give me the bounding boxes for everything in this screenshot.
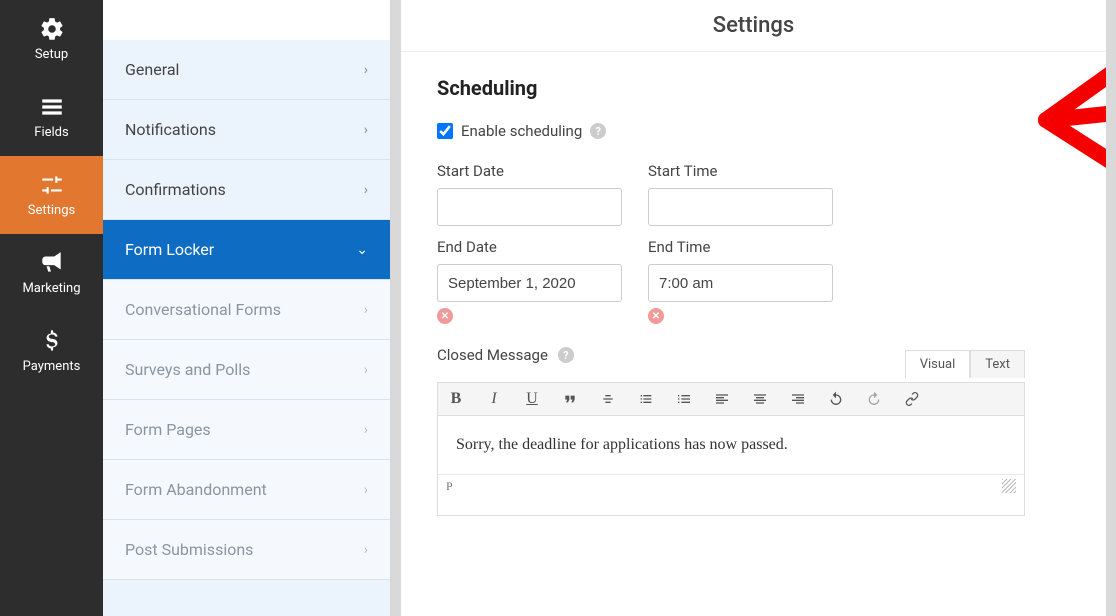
link-button[interactable] [902,389,922,409]
resize-handle-icon[interactable] [1002,479,1016,493]
editor-status-element: P [446,479,453,494]
editor-content[interactable]: Sorry, the deadline for applications has… [438,416,1024,474]
sidebar-label: Settings [28,203,75,218]
subnav-item-general[interactable]: General› [103,40,390,100]
sidebar-item-settings[interactable]: Settings [0,156,103,234]
chevron-right-icon: › [364,482,368,498]
chevron-right-icon: › [364,362,368,378]
blockquote-button[interactable] [560,389,580,409]
sidebar-label: Setup [35,47,68,62]
underline-button[interactable]: U [522,389,542,409]
subnav-item-notifications[interactable]: Notifications› [103,100,390,160]
main-panel: Settings Scheduling Enable scheduling ? … [391,0,1116,616]
sidebar-item-setup[interactable]: Setup [0,0,103,78]
page-title: Settings [401,0,1106,52]
sidebar-label: Fields [34,125,68,140]
unordered-list-button[interactable] [636,389,656,409]
chevron-right-icon: › [364,182,368,198]
redo-button[interactable] [864,389,884,409]
start-date-input[interactable] [437,188,622,226]
start-time-label: Start Time [648,162,833,180]
subnav-item-surveys-polls[interactable]: Surveys and Polls› [103,340,390,400]
subnav-item-form-abandonment[interactable]: Form Abandonment› [103,460,390,520]
sidebar-item-marketing[interactable]: Marketing [0,234,103,312]
end-time-input[interactable] [648,264,833,302]
editor-toolbar: B I U [437,382,1025,416]
align-right-button[interactable] [788,389,808,409]
sidebar-label: Marketing [22,281,80,296]
sliders-icon [39,172,65,198]
undo-button[interactable] [826,389,846,409]
bullhorn-icon [39,250,65,276]
subnav-item-conversational-forms[interactable]: Conversational Forms› [103,280,390,340]
subnav-item-form-locker[interactable]: Form Locker⌄ [103,220,390,280]
clear-end-date-button[interactable]: ✕ [437,308,453,324]
bold-button[interactable]: B [446,389,466,409]
chevron-down-icon: ⌄ [356,242,368,258]
enable-scheduling-label: Enable scheduling [461,122,582,140]
align-left-button[interactable] [712,389,732,409]
start-date-label: Start Date [437,162,622,180]
help-icon[interactable]: ? [558,347,574,363]
list-icon [39,94,65,120]
end-date-label: End Date [437,238,622,256]
subnav-header-blank [103,0,390,40]
editor-tab-visual[interactable]: Visual [905,350,971,378]
chevron-right-icon: › [364,422,368,438]
subnav-item-confirmations[interactable]: Confirmations› [103,160,390,220]
sidebar-label: Payments [23,359,81,374]
chevron-right-icon: › [364,542,368,558]
icon-sidebar: Setup Fields Settings Marketing Payments [0,0,103,616]
sidebar-item-payments[interactable]: Payments [0,312,103,390]
ordered-list-button[interactable] [674,389,694,409]
strikethrough-button[interactable] [598,389,618,409]
chevron-right-icon: › [364,122,368,138]
section-heading-scheduling: Scheduling [437,76,1025,100]
dollar-icon [39,328,65,354]
end-date-input[interactable] [437,264,622,302]
start-time-input[interactable] [648,188,833,226]
help-icon[interactable]: ? [590,123,606,139]
chevron-right-icon: › [364,62,368,78]
settings-subnav: General› Notifications› Confirmations› F… [103,0,391,616]
italic-button[interactable]: I [484,389,504,409]
editor-tab-text[interactable]: Text [970,350,1025,378]
enable-scheduling-checkbox[interactable] [437,123,453,139]
subnav-item-form-pages[interactable]: Form Pages› [103,400,390,460]
gear-icon [39,16,65,42]
chevron-right-icon: › [364,302,368,318]
align-center-button[interactable] [750,389,770,409]
rich-text-editor: Visual Text B I U [437,382,1025,516]
subnav-item-post-submissions[interactable]: Post Submissions› [103,520,390,580]
closed-message-label: Closed Message [437,346,548,364]
end-time-label: End Time [648,238,833,256]
sidebar-item-fields[interactable]: Fields [0,78,103,156]
clear-end-time-button[interactable]: ✕ [648,308,664,324]
